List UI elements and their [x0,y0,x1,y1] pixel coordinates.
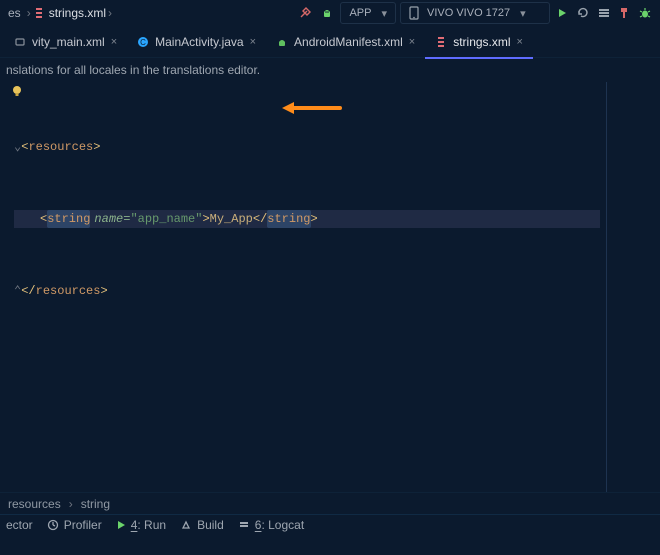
run-button[interactable] [552,2,572,24]
editor-tab-label: AndroidManifest.xml [294,35,403,49]
code-editor[interactable]: ⌄<resources> <stringname="app_name">My_A… [0,82,660,514]
editor-tab-strings[interactable]: strings.xml × [425,26,533,58]
device-selector[interactable]: VIVO VIVO 1727 ▾ [400,2,550,24]
xml-attr-name: name [94,210,123,228]
play-icon [116,520,126,530]
xml-file-icon [435,36,447,48]
chevron-right-icon: › [27,6,31,20]
debug-icon[interactable] [634,2,656,24]
tool-label: : Run [137,518,166,532]
logcat-icon [238,519,250,531]
java-class-icon: C [137,36,149,48]
top-toolbar: es › strings.xml › APP ▾ VIVO VIVO 1727 … [0,0,660,26]
xml-tag-resources-open: resources [28,138,93,156]
caret-down-icon: ▾ [520,7,526,20]
editor-tab-label: strings.xml [453,35,510,49]
xml-tag-string-open: string [47,210,90,228]
phone-icon [409,6,419,20]
apply-changes-icon[interactable] [572,2,594,24]
editor-tab-mainactivity[interactable]: C MainActivity.java × [127,26,266,58]
android-manifest-icon [276,36,288,48]
xml-text-value: My_App [210,210,253,228]
editor-tab-strip: vity_main.xml × C MainActivity.java × An… [0,26,660,58]
tool-inspector[interactable]: ector [6,518,33,532]
device-selector-label: VIVO VIVO 1727 [427,7,510,19]
editor-tab-label: MainActivity.java [155,35,243,49]
bottom-tool-strip: ector Profiler 4: Run Build 6: Logcat [0,514,660,535]
close-icon[interactable]: × [517,36,523,48]
close-icon[interactable]: × [250,36,256,48]
tool-run[interactable]: 4: Run [116,518,166,532]
tool-label: Build [197,518,224,532]
close-icon[interactable]: × [409,36,415,48]
structure-breadcrumb: resources › string [0,492,660,514]
editor-tab-manifest[interactable]: AndroidManifest.xml × [266,26,425,58]
tool-label: ector [6,518,33,532]
editor-tab-label: vity_main.xml [32,35,105,49]
editor-markers-gutter[interactable] [606,82,660,514]
tool-build[interactable]: Build [180,518,224,532]
breadcrumb-file[interactable]: strings.xml [49,6,106,20]
build-icon [180,519,192,531]
breadcrumb-root[interactable]: es [4,6,25,20]
module-selector-label: APP [349,7,371,19]
tool-profiler[interactable]: Profiler [47,518,102,532]
xml-file-icon [33,7,45,19]
caret-down-icon: ▾ [381,7,387,20]
profiler-icon [47,519,59,531]
stop-icon[interactable] [614,2,634,24]
tool-logcat[interactable]: 6: Logcat [238,518,304,532]
breadcrumb-string[interactable]: string [81,497,110,511]
code-content[interactable]: ⌄<resources> <stringname="app_name">My_A… [0,82,606,514]
editor-tab-activity-main[interactable]: vity_main.xml × [4,26,127,58]
xml-attr-value: app_name [138,210,196,228]
module-selector[interactable]: APP ▾ [340,2,396,24]
layout-settings-icon[interactable] [594,2,614,24]
xml-tag-string-close: string [267,210,310,228]
xml-tag-resources-close: resources [36,282,101,300]
svg-text:C: C [140,38,146,47]
chevron-right-icon: › [108,6,112,20]
android-icon[interactable] [316,2,338,24]
breadcrumb-resources[interactable]: resources [8,497,61,511]
pin-icon[interactable] [294,2,316,24]
file-icon [14,36,26,48]
chevron-right-icon: › [69,497,73,511]
tool-label: : Logcat [261,518,304,532]
translations-hint-banner[interactable]: nslations for all locales in the transla… [0,58,660,82]
tool-label: Profiler [64,518,102,532]
close-icon[interactable]: × [111,36,117,48]
banner-text: nslations for all locales in the transla… [6,63,260,77]
